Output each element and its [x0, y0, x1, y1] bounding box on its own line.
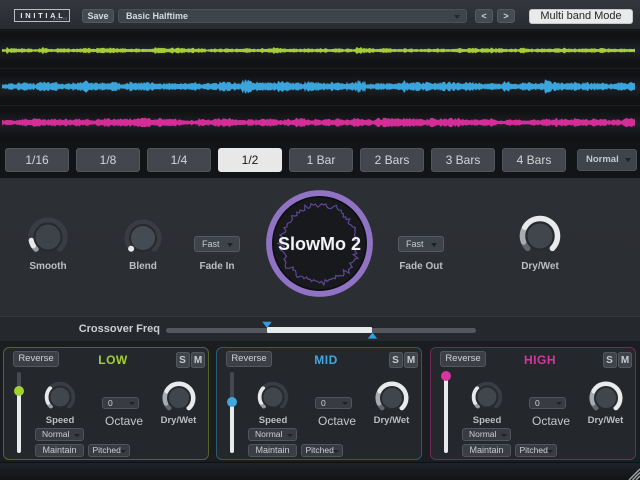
svg-text:SlowMo 2: SlowMo 2: [278, 234, 361, 254]
